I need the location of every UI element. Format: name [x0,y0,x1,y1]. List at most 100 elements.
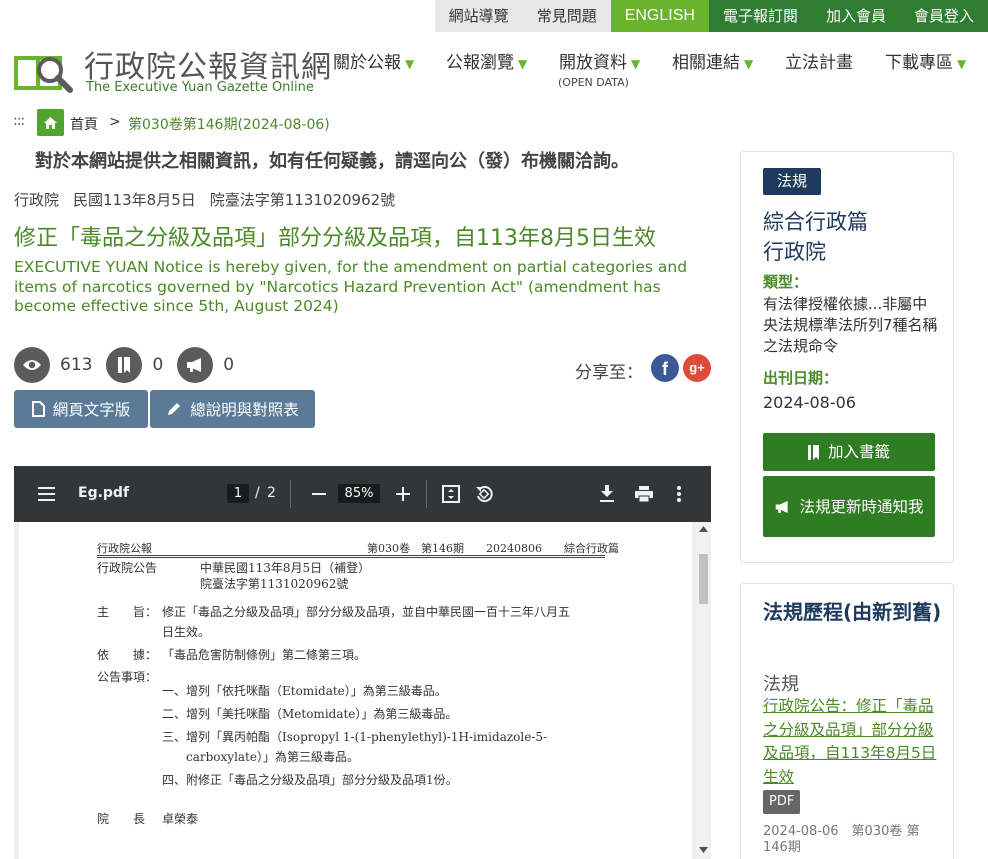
bookmark-count: 0 [152,355,164,375]
menu-icon[interactable] [38,487,55,501]
caret-down-icon: ▼ [631,57,641,71]
caret-down-icon: ▼ [405,57,415,71]
pdf-zoom-level[interactable]: 85% [338,484,380,503]
pdf-header-right: 第030卷 第146期 20240806 綜合行政篇 [367,542,619,555]
regulation-info-card: 法規 綜合行政篇 行政院 類型： 有法律授權依據...非屬中央法規標準法所列7種… [740,151,954,563]
newsletter-link[interactable]: 電子報訂閱 [708,0,812,32]
pdf-subject-line1: 修正「毒品之分級及品項」部分分級及品項，並自中華民國一百十三年八月五 [162,605,571,619]
caret-down-icon: ▼ [744,57,754,71]
pdf-filename: Eg.pdf [78,485,130,501]
site-header: 行政院公報資訊網 The Executive Yuan Gazette Onli… [0,32,988,100]
pdf-notice-no: 院臺法字第1131020962號 [200,577,349,591]
share-label: 分享至： [575,363,643,383]
publish-date-value: 2024-08-06 [763,393,856,412]
doc-meta: 行政院 民國113年8月5日 院臺法字第1131020962號 [14,189,409,210]
history-entry-link[interactable]: 行政院公告：修正「毒品之分級及品項」部分分級及品項，自113年8月5日生效 [763,695,941,789]
print-icon[interactable] [635,486,653,502]
pdf-viewer[interactable]: Eg.pdf 1 / 2 85% 行政院公報 第030卷 第146期 20240… [14,466,711,859]
document-icon [31,401,45,417]
pdf-page-sep: / [255,485,260,501]
pdf-item-3a: 三、增列「異丙帕酯（Isopropyl 1-(1-phenylethyl)-1H… [162,730,548,744]
english-link[interactable]: ENGLISH [610,0,709,32]
history-meta: 2024-08-06 第030卷 第146期 [763,824,920,855]
site-map-link[interactable]: 網站導覽 [434,0,523,32]
pdf-header-left: 行政院公報 [97,542,152,555]
agency-heading: 行政院 [763,240,826,264]
pdf-item-3b: carboxylate）」為第三級毒品。 [186,750,359,764]
scroll-down-icon[interactable] [699,847,708,853]
pdf-item-4: 四、附修正「毒品之分級及品項」部分分級及品項1份。 [162,773,458,787]
pdf-notice-label: 行政院公告 [97,561,158,575]
notify-update-button[interactable]: 法規更新時通知我 [763,476,935,537]
nav-open-data[interactable]: 開放資料 ▼ [559,48,640,73]
stats-row: 613 0 0 [14,347,248,383]
bookmark-icon[interactable] [106,347,143,383]
pdf-page-total: 2 [267,485,276,501]
nav-open-data-sub: (OPEN DATA) [558,76,629,89]
pdf-subject-line2: 日生效。 [162,625,211,639]
megaphone-icon [776,500,789,513]
explanation-button[interactable]: 總說明與對照表 [150,390,315,428]
pdf-page-input[interactable]: 1 [227,484,249,503]
text-version-button[interactable]: 網頁文字版 [14,390,148,428]
disclaimer-text: 對於本網站提供之相關資訊，如有任何疑義，請逕向公（發）布機關洽詢。 [35,151,629,172]
doc-number: 院臺法字第1131020962號 [209,191,396,209]
type-label: 類型： [763,273,809,291]
pdf-item-1: 一、增列「依托咪酯（Etomidate）」為第三級毒品。 [162,684,447,698]
more-options-icon[interactable] [677,486,681,502]
pdf-scrollbar[interactable] [696,522,711,859]
register-link[interactable]: 加入會員 [811,0,900,32]
site-title-en[interactable]: The Executive Yuan Gazette Online [86,80,314,95]
breadcrumb-dots-icon: ::: [13,113,25,129]
pdf-page: 行政院公報 第030卷 第146期 20240806 綜合行政篇 行政院公告 中… [19,522,692,859]
page-title: 修正「毒品之分級及品項」部分分級及品項，自113年8月5日生效 [14,226,656,251]
pdf-item-2: 二、增列「美托咪酯（Metomidate）」為第三級毒品。 [162,707,458,721]
bookmark-icon [807,444,819,460]
download-icon[interactable] [600,485,614,502]
category-badge: 法規 [763,168,822,195]
fit-page-icon[interactable] [442,485,460,503]
section-heading: 綜合行政篇 [763,210,868,234]
nav-about[interactable]: 關於公報 ▼ [333,48,414,73]
caret-down-icon: ▼ [957,57,967,71]
top-utility-bar: 網站導覽 常見問題 ENGLISH 電子報訂閱 加入會員 會員登入 [0,0,988,32]
nav-browse[interactable]: 公報瀏覽 ▼ [446,48,527,73]
breadcrumb-home[interactable]: 首頁 [70,114,98,134]
home-icon[interactable] [37,109,64,136]
pdf-scroll-thumb[interactable] [699,554,708,604]
faq-link[interactable]: 常見問題 [522,0,611,32]
history-category: 法規 [763,674,799,695]
doc-date: 民國113年8月5日 [73,191,196,209]
zoom-out-icon[interactable] [312,493,326,495]
gazette-logo[interactable] [14,46,74,98]
breadcrumb-current[interactable]: 第030卷第146期(2024-08-06) [128,114,330,134]
nav-related-links[interactable]: 相關連結 ▼ [672,48,753,73]
zoom-in-icon[interactable] [396,487,410,501]
pdf-basis-text: 「毒品危害防制條例」第二條第三項。 [162,648,367,662]
scroll-up-icon[interactable] [699,526,708,532]
pencil-icon [168,403,181,415]
pdf-toolbar: Eg.pdf 1 / 2 85% [14,466,711,522]
regulation-history-card: 法規歷程(由新到舊) 法規 行政院公告：修正「毒品之分級及品項」部分分級及品項，… [740,583,954,859]
notice-count: 0 [223,355,235,375]
pdf-items-label: 公告事項： [97,670,158,684]
view-count: 613 [60,355,93,375]
caret-down-icon: ▼ [518,57,528,71]
rotate-icon[interactable] [475,485,493,503]
type-text: 有法律授權依據...非屬中央法規標準法所列7種名稱之法規命令 [763,295,938,355]
add-bookmark-button[interactable]: 加入書籤 [763,433,935,471]
google-plus-share-icon[interactable]: g+ [683,354,711,382]
nav-legislative-plan[interactable]: 立法計畫 [785,48,853,73]
pdf-sign-name: 卓榮泰 [162,812,199,826]
pdf-subject-label: 主 旨： [97,605,158,619]
english-summary: EXECUTIVE YUAN Notice is hereby given, f… [14,258,688,315]
facebook-share-icon[interactable]: f [651,354,679,382]
pdf-download-tag[interactable]: PDF [763,790,801,814]
pdf-sign-label: 院 長 [97,812,146,826]
pdf-basis-label: 依 據： [97,648,158,662]
eye-icon [14,347,50,383]
pdf-notice-date: 中華民國113年8月5日（補登） [200,561,371,575]
megaphone-icon[interactable] [177,347,214,383]
nav-downloads[interactable]: 下載專區 ▼ [885,48,966,73]
login-link[interactable]: 會員登入 [899,0,988,32]
